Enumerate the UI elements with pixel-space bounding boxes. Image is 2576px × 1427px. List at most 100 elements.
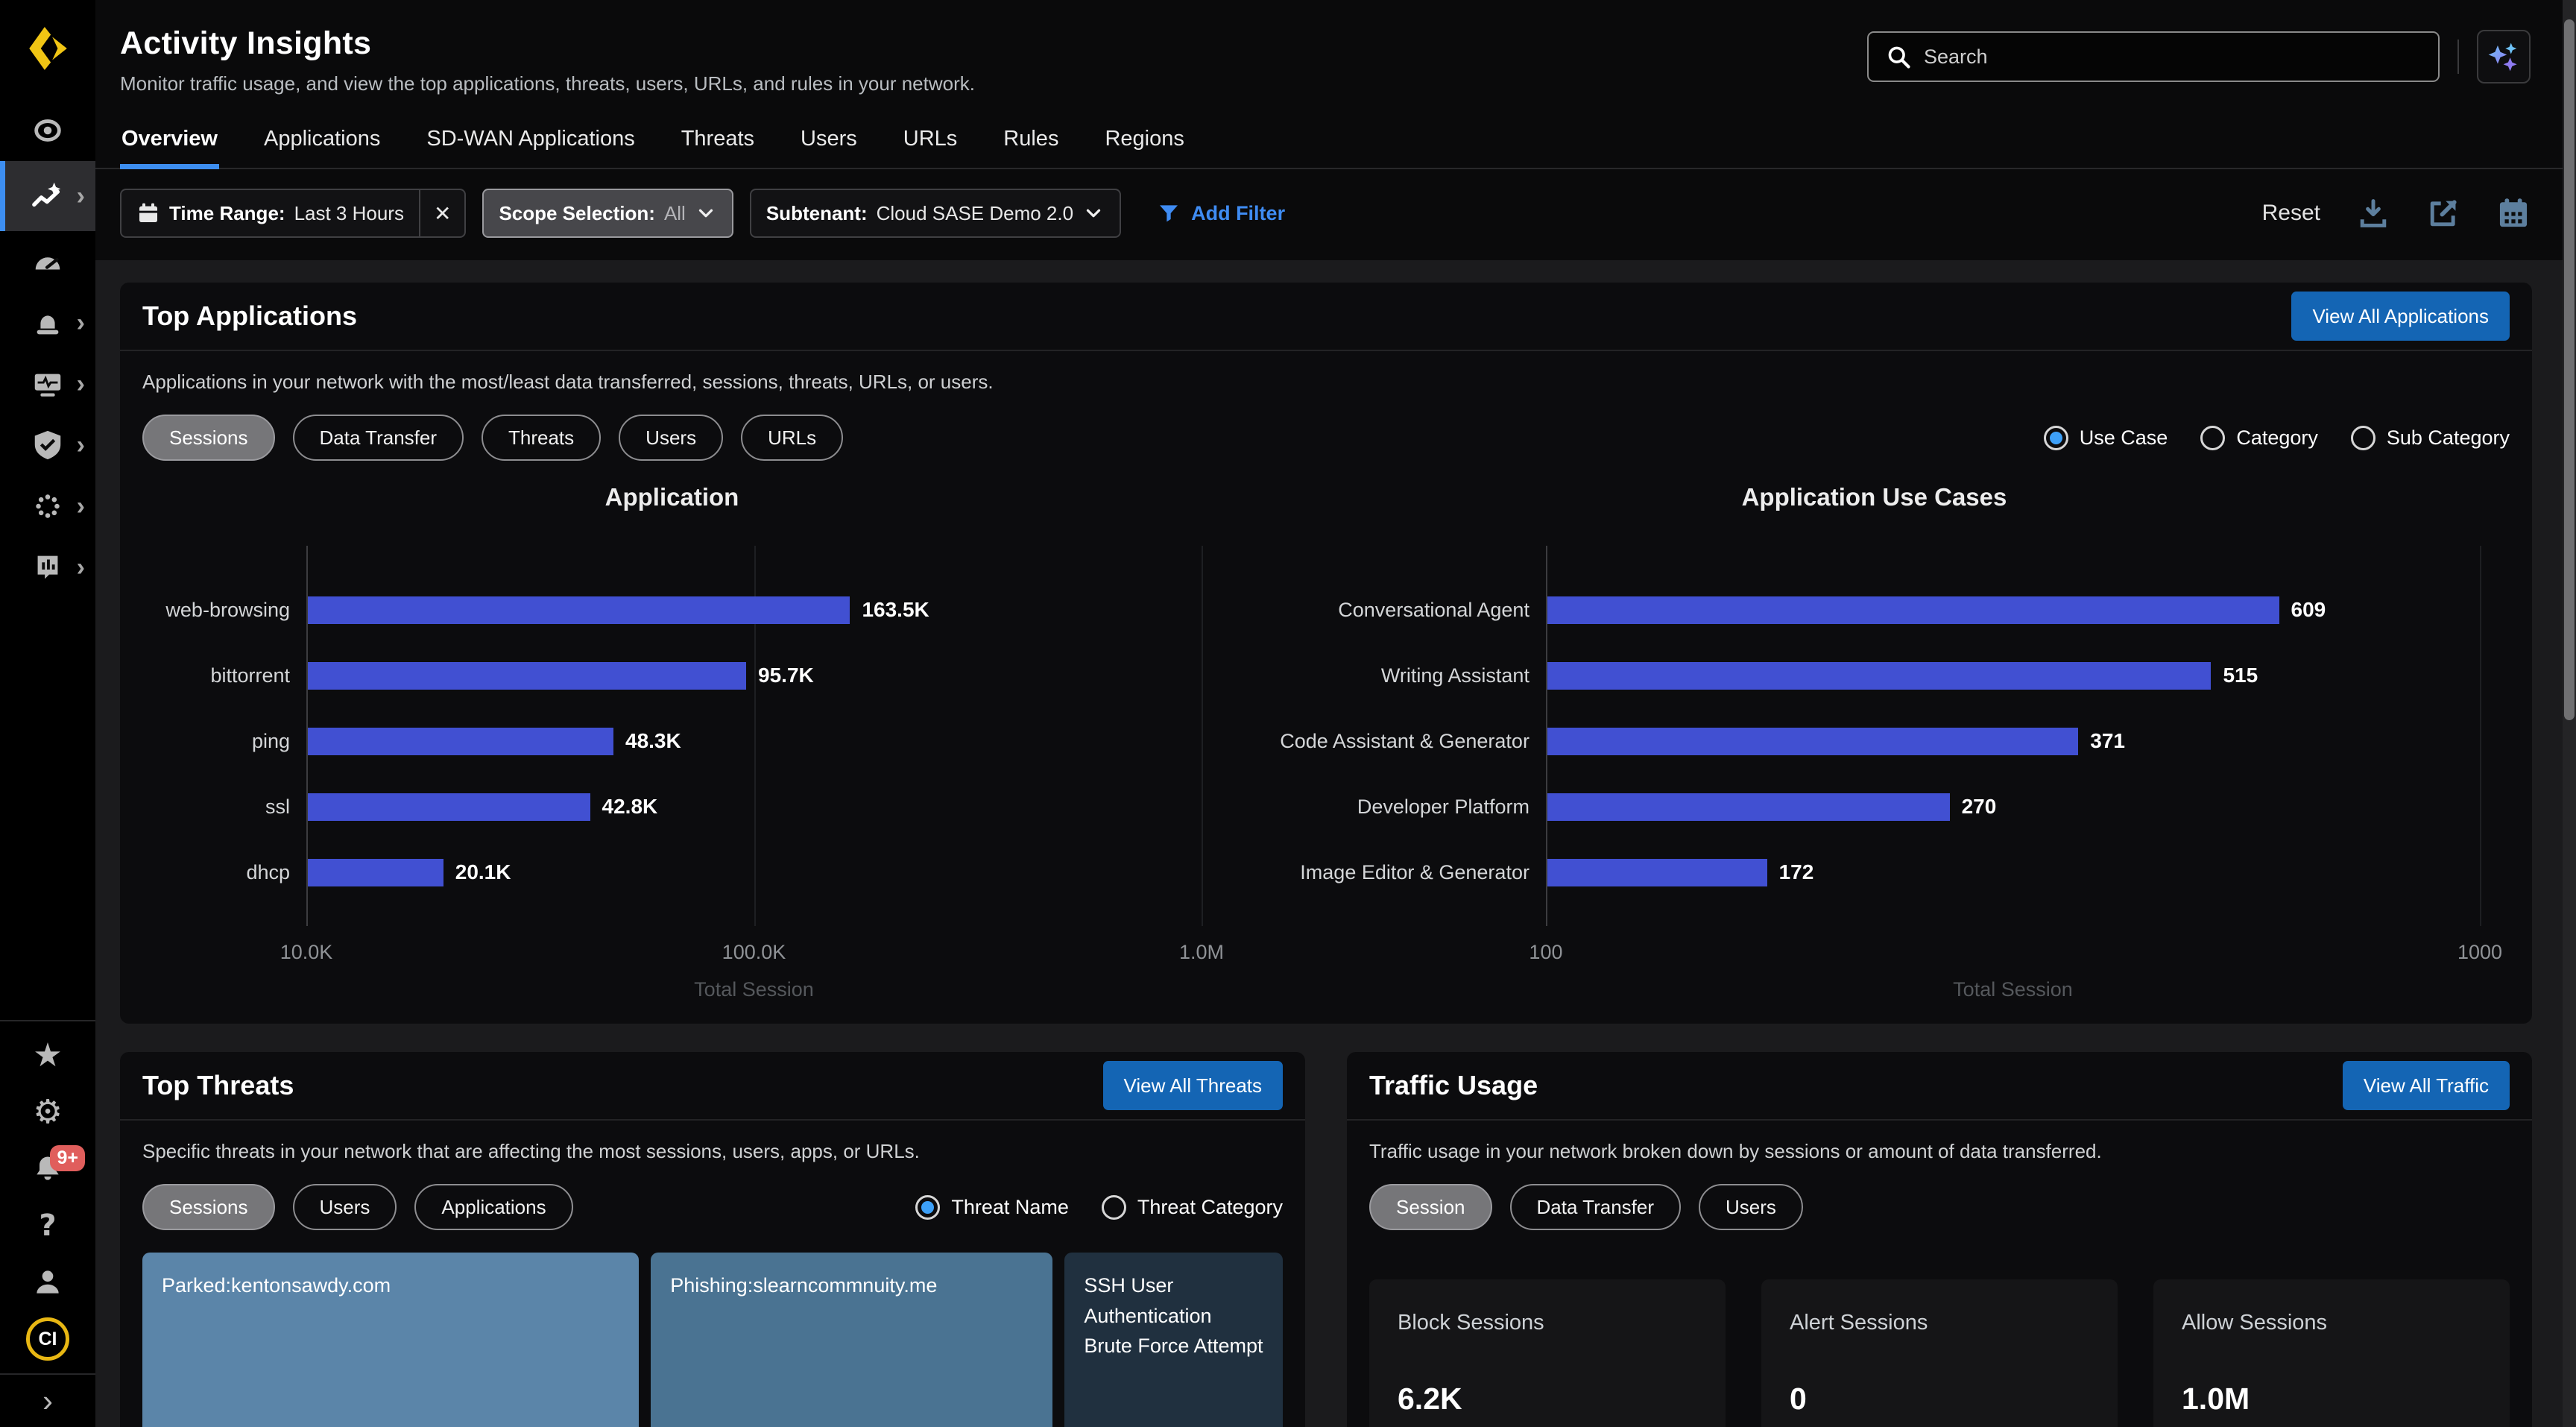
tab-urls[interactable]: URLs <box>902 115 959 168</box>
axis-tick-label: 1000 <box>2457 941 2502 964</box>
bar[interactable] <box>1547 859 1767 886</box>
download-icon[interactable] <box>2356 196 2390 230</box>
grouping-radios: Use Case Category Sub Category <box>2044 426 2510 450</box>
top-applications-radio-sub-category[interactable]: Sub Category <box>2351 426 2510 450</box>
sidebar-item-help[interactable]: ? <box>0 1197 95 1254</box>
tab-overview[interactable]: Overview <box>120 115 219 168</box>
device-health-icon <box>30 366 66 402</box>
axis-tick-label: 100.0K <box>722 941 786 964</box>
scrollbar-thumb[interactable] <box>2564 19 2575 720</box>
sidebar-item-favorites[interactable]: ★ <box>0 1027 95 1084</box>
top-threats-radio-threat-name[interactable]: Threat Name <box>915 1195 1069 1220</box>
card-title: Top Threats <box>142 1070 294 1101</box>
top-applications-chip-urls[interactable]: URLs <box>741 415 843 461</box>
tab-applications[interactable]: Applications <box>262 115 382 168</box>
chart-category-label: web-browsing <box>142 577 306 643</box>
top-applications-radio-category[interactable]: Category <box>2200 426 2318 450</box>
app-logo-icon[interactable] <box>21 16 75 81</box>
scope-selection-dropdown[interactable]: Scope Selection: All <box>482 189 733 238</box>
time-range-filter-chip[interactable]: Time Range: Last 3 Hours ✕ <box>120 189 466 238</box>
top-threats-chip-sessions[interactable]: Sessions <box>142 1184 275 1230</box>
page-title: Activity Insights <box>120 25 975 62</box>
sidebar-item-security[interactable]: › <box>0 415 95 476</box>
calendar-icon <box>136 201 160 225</box>
metric-value: 6.2K <box>1398 1382 1697 1417</box>
bar-value-label: 42.8K <box>602 795 658 819</box>
view-all-traffic-button[interactable]: View All Traffic <box>2343 1061 2510 1110</box>
radio-circle-icon <box>1102 1195 1126 1220</box>
schedule-calendar-icon[interactable] <box>2496 196 2531 230</box>
search-input[interactable] <box>1924 45 2422 69</box>
sidebar-item-dashboards[interactable] <box>0 231 95 292</box>
sidebar-item-profile[interactable] <box>0 1254 95 1311</box>
bar[interactable] <box>308 596 850 624</box>
traffic-metrics: Block Sessions6.2KAlert Sessions0Allow S… <box>1369 1279 2510 1427</box>
view-all-applications-button[interactable]: View All Applications <box>2291 292 2510 341</box>
radio-label: Threat Category <box>1137 1196 1283 1219</box>
sidebar-item-observability[interactable] <box>0 100 95 161</box>
sidebar-expand-chevron-icon[interactable]: › <box>0 1373 95 1427</box>
reset-button[interactable]: Reset <box>2262 201 2320 226</box>
top-threats-chip-applications[interactable]: Applications <box>414 1184 572 1230</box>
tab-bar: Overview Applications SD-WAN Applications T… <box>95 115 2576 169</box>
scrollbar-track[interactable] <box>2563 0 2576 1427</box>
treemap-tile-phishing-slearncommnuity-me[interactable]: Phishing:slearncommnuity.me <box>651 1253 1052 1427</box>
treemap-tile-parked-kentonsawdy-com[interactable]: Parked:kentonsawdy.com <box>142 1253 639 1427</box>
top-applications-chip-data-transfer[interactable]: Data Transfer <box>293 415 464 461</box>
bar[interactable] <box>1547 793 1950 821</box>
subtenant-dropdown[interactable]: Subtenant: Cloud SASE Demo 2.0 <box>750 189 1121 238</box>
tab-regions[interactable]: Regions <box>1103 115 1185 168</box>
tab-threats[interactable]: Threats <box>680 115 756 168</box>
tab-sd-wan-applications[interactable]: SD-WAN Applications <box>425 115 636 168</box>
metric-label: Alert Sessions <box>1790 1311 2089 1335</box>
bar[interactable] <box>308 662 746 690</box>
sidebar-item-notifications[interactable]: 9+ <box>0 1141 95 1197</box>
bar[interactable] <box>1547 596 2279 624</box>
sidebar-item-settings[interactable]: ⚙ <box>0 1084 95 1141</box>
share-icon[interactable] <box>2426 196 2460 230</box>
top-threats-radio-threat-category[interactable]: Threat Category <box>1102 1195 1283 1220</box>
bar[interactable] <box>1547 728 2078 755</box>
traffic-usage-card: Traffic Usage View All Traffic Traffic u… <box>1347 1052 2532 1427</box>
bar[interactable] <box>308 859 443 886</box>
sidebar-item-services[interactable]: › <box>0 476 95 537</box>
help-icon: ? <box>39 1211 56 1241</box>
ai-assistant-button[interactable] <box>2477 30 2531 84</box>
top-applications-radio-use-case[interactable]: Use Case <box>2044 426 2168 450</box>
close-icon[interactable]: ✕ <box>420 201 464 226</box>
sidebar-item-device-monitoring[interactable]: › <box>0 353 95 415</box>
add-filter-button[interactable]: Add Filter <box>1157 201 1285 225</box>
sidebar-item-activity-insights[interactable]: › <box>0 161 95 231</box>
content-area: Top Applications View All Applications A… <box>95 260 2576 1427</box>
observability-icon <box>30 113 66 148</box>
bar[interactable] <box>308 793 590 821</box>
chart-category-label: ssl <box>142 774 306 839</box>
radio-circle-icon <box>2200 426 2225 450</box>
tab-rules[interactable]: Rules <box>1002 115 1060 168</box>
chart-category-label: dhcp <box>142 839 306 905</box>
top-applications-chip-threats[interactable]: Threats <box>482 415 601 461</box>
topbar-right <box>1867 30 2531 84</box>
metric-value: 1.0M <box>2182 1382 2481 1417</box>
filter-label: Time Range: <box>169 202 285 225</box>
sidebar-item-account[interactable]: CI <box>0 1311 95 1367</box>
traffic-usage-chip-users[interactable]: Users <box>1699 1184 1803 1230</box>
treemap-tile-label: SSH User Authentication Brute Force Atte… <box>1084 1270 1263 1361</box>
sidebar-item-reports[interactable]: › <box>0 537 95 598</box>
top-threats-chip-users[interactable]: Users <box>293 1184 397 1230</box>
treemap-tile-label: Phishing:slearncommnuity.me <box>670 1270 1033 1301</box>
view-all-threats-button[interactable]: View All Threats <box>1103 1061 1283 1110</box>
treemap-tile-ssh-user-authentication-brute-[interactable]: SSH User Authentication Brute Force Atte… <box>1064 1253 1283 1427</box>
sidebar-item-alerts[interactable]: › <box>0 292 95 353</box>
top-applications-chip-users[interactable]: Users <box>619 415 723 461</box>
axis-tick-label: 1.0M <box>1179 941 1224 964</box>
traffic-usage-chip-session[interactable]: Session <box>1369 1184 1492 1230</box>
traffic-usage-chip-data-transfer[interactable]: Data Transfer <box>1510 1184 1682 1230</box>
tab-users[interactable]: Users <box>799 115 859 168</box>
bar[interactable] <box>1547 662 2212 690</box>
chevron-right-icon: › <box>77 555 85 580</box>
bar[interactable] <box>308 728 613 755</box>
chart-bar-row: 48.3K <box>308 708 1202 774</box>
top-applications-chip-sessions[interactable]: Sessions <box>142 415 275 461</box>
gridline <box>2480 546 2481 926</box>
